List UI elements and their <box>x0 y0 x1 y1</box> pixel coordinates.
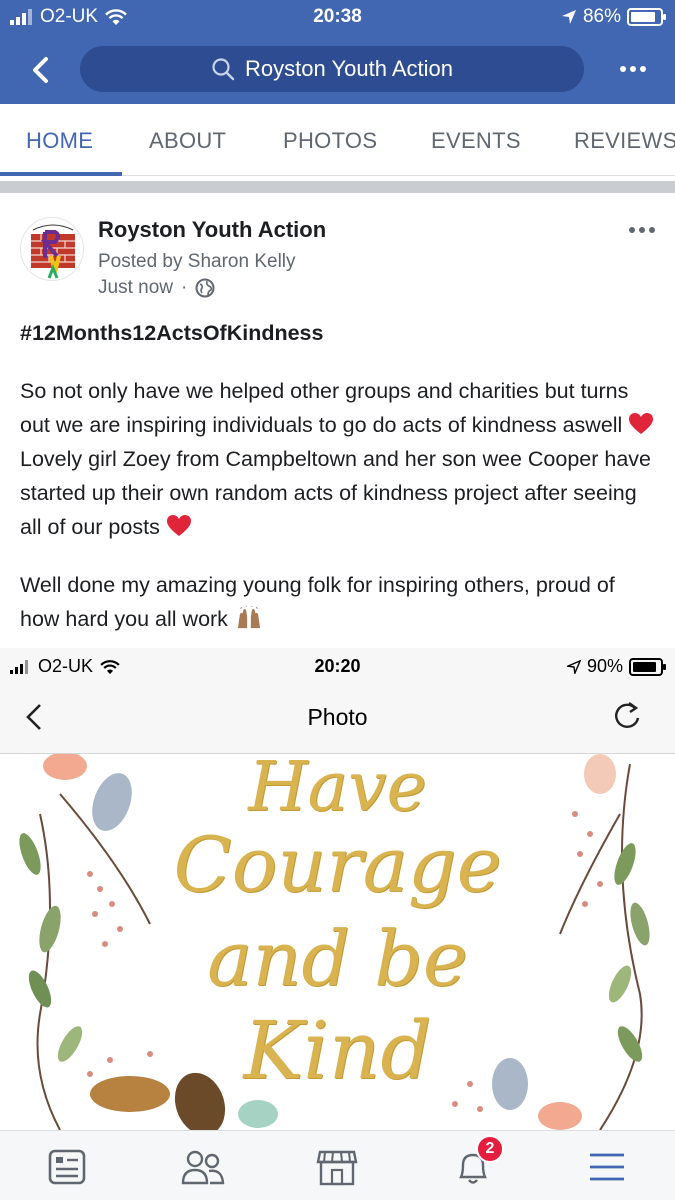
dot-icon <box>630 66 636 72</box>
location-arrow-icon <box>561 10 576 24</box>
post-header: Royston Youth Action Posted by Sharon Ke… <box>0 193 675 303</box>
dot-icon <box>629 227 635 233</box>
tab-photos[interactable]: PHOTOS <box>283 128 377 154</box>
battery-icon <box>627 8 666 26</box>
paragraph-2-text: Well done my amazing young folk for insp… <box>20 573 615 631</box>
tab-menu[interactable] <box>582 1145 632 1189</box>
friends-icon <box>181 1150 225 1185</box>
back-button[interactable] <box>22 52 58 88</box>
post-page-name[interactable]: Royston Youth Action <box>98 217 326 243</box>
artwork-line-4: Kind <box>243 1004 432 1097</box>
paragraph-1-part-a: So not only have we helped other groups … <box>20 379 629 437</box>
menu-icon <box>590 1153 624 1181</box>
page-tabs: HOME ABOUT PHOTOS EVENTS REVIEWS <box>0 104 675 176</box>
post-hashtag[interactable]: #12Months12ActsOfKindness <box>20 316 660 350</box>
tab-news-feed[interactable] <box>42 1145 92 1189</box>
battery-icon <box>629 657 666 676</box>
tab-reviews[interactable]: REVIEWS <box>574 128 675 154</box>
photo-status-bar: O2-UK 20:20 90% <box>0 648 675 684</box>
photo-title: Photo <box>307 704 368 730</box>
status-bar: O2-UK 20:38 86% <box>0 0 675 34</box>
photo-battery-percent: 90% <box>586 656 623 676</box>
post-paragraph-1: So not only have we helped other groups … <box>20 374 660 544</box>
refresh-icon <box>615 702 640 728</box>
post-body: #12Months12ActsOfKindness So not only ha… <box>20 316 660 660</box>
dot-icon <box>639 227 645 233</box>
photo-status-right: 90% <box>566 656 666 677</box>
paragraph-1-part-b: Lovely girl Zoey from Campbeltown and he… <box>20 447 651 539</box>
tab-marketplace[interactable] <box>312 1145 362 1189</box>
page-avatar[interactable] <box>20 217 84 281</box>
artwork-line-3: and be <box>207 914 468 1003</box>
artwork-line-2: Courage <box>173 820 502 909</box>
post-options-button[interactable] <box>629 227 655 233</box>
raising-hands-emoji-icon <box>237 606 260 629</box>
marketplace-icon <box>316 1150 358 1186</box>
dot-icon <box>649 227 655 233</box>
news-feed-icon <box>48 1149 86 1185</box>
artwork-line-1: Have <box>248 754 427 827</box>
battery-percent: 86% <box>582 6 621 27</box>
more-options-button[interactable] <box>613 54 653 84</box>
tab-home[interactable]: HOME <box>26 128 93 154</box>
battery-level <box>633 661 656 672</box>
battery-level <box>631 12 655 22</box>
search-icon <box>212 58 235 81</box>
red-heart-emoji-icon <box>629 413 654 434</box>
photo-nav-bar: Photo <box>0 684 675 754</box>
search-bar[interactable]: Royston Youth Action <box>80 46 584 92</box>
separator-dot: · <box>180 277 188 298</box>
status-right: 86% <box>561 6 666 28</box>
photo-refresh-icon <box>613 700 643 737</box>
post-meta: Just now · <box>98 277 215 299</box>
post-time[interactable]: Just now <box>98 277 173 299</box>
tab-events[interactable]: EVENTS <box>431 128 521 154</box>
active-tab-indicator <box>0 172 122 176</box>
have-courage-artwork: Have Courage and be Kind <box>0 754 675 1130</box>
red-heart-emoji-icon <box>166 515 191 536</box>
dot-icon <box>620 66 626 72</box>
section-divider <box>0 181 675 193</box>
app-header: O2-UK 20:38 86% Royston Youth Action <box>0 0 675 104</box>
notification-badge: 2 <box>476 1135 504 1163</box>
post-paragraph-2: Well done my amazing young folk for insp… <box>20 568 660 636</box>
location-arrow-icon <box>566 659 581 674</box>
posted-by-label: Posted by Sharon Kelly <box>98 251 296 272</box>
search-text: Royston Youth Action <box>245 56 453 81</box>
dot-icon <box>640 66 646 72</box>
bottom-tab-bar: 2 <box>0 1130 675 1200</box>
post-photo[interactable]: O2-UK 20:20 90% Photo Have Courage and b… <box>0 648 675 1130</box>
tab-friends[interactable] <box>178 1145 228 1189</box>
chevron-left-icon <box>33 57 48 83</box>
globe-icon <box>195 278 215 298</box>
tab-about[interactable]: ABOUT <box>149 128 226 154</box>
royston-youth-action-logo <box>31 224 75 279</box>
navigation-bar: Royston Youth Action <box>0 40 675 98</box>
